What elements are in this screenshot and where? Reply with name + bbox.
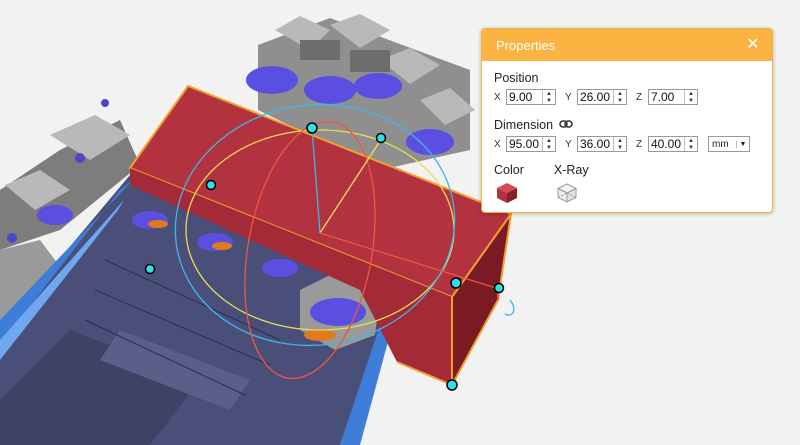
- unit-select[interactable]: mm ▼: [708, 136, 750, 152]
- dimension-header: Dimension: [494, 116, 760, 132]
- chevron-down-icon[interactable]: ▼: [736, 140, 749, 148]
- panel-title: Properties: [496, 37, 556, 53]
- spin-up-icon[interactable]: ▲: [685, 90, 697, 97]
- position-label: Position: [494, 71, 539, 85]
- handle-top: [306, 122, 318, 134]
- spin-down-icon[interactable]: ▼: [685, 144, 697, 151]
- link-icon[interactable]: [559, 119, 573, 129]
- xray-cube-icon[interactable]: [554, 180, 580, 206]
- handle-right: [450, 277, 462, 289]
- position-y-field[interactable]: [578, 90, 613, 104]
- spin-down-icon[interactable]: ▼: [543, 144, 555, 151]
- spin-up-icon[interactable]: ▲: [543, 90, 555, 97]
- panel-header: Properties ✕: [482, 29, 772, 61]
- dimension-y-field[interactable]: [578, 137, 613, 151]
- position-row: X ▲▼ Y ▲▼ Z ▲▼: [494, 86, 760, 108]
- dimension-x-label: X: [494, 138, 501, 150]
- handle-left: [205, 179, 217, 191]
- position-z-input[interactable]: ▲▼: [648, 89, 698, 105]
- unit-value: mm: [712, 138, 729, 150]
- position-y-label: Y: [565, 91, 572, 103]
- position-x-input[interactable]: ▲▼: [506, 89, 556, 105]
- dimension-x-field[interactable]: [507, 137, 542, 151]
- handle-far-left: [144, 263, 156, 275]
- dimension-y-input[interactable]: ▲▼: [577, 136, 627, 152]
- spin-up-icon[interactable]: ▲: [614, 137, 626, 144]
- xray-group: X-Ray: [554, 163, 589, 206]
- color-group: Color: [494, 163, 524, 206]
- color-xray-row: Color X-Ray: [494, 163, 760, 206]
- xray-label: X-Ray: [553, 163, 589, 177]
- dimension-z-label: Z: [636, 138, 643, 150]
- spin-up-icon[interactable]: ▲: [685, 137, 697, 144]
- dimension-x-input[interactable]: ▲▼: [506, 136, 556, 152]
- handle-bottom: [446, 379, 458, 391]
- spin-down-icon[interactable]: ▼: [614, 97, 626, 104]
- handle-edge-right: [493, 282, 505, 294]
- properties-panel: Properties ✕ Position X ▲▼ Y ▲▼ Z ▲▼ Dim…: [481, 28, 773, 213]
- position-y-input[interactable]: ▲▼: [577, 89, 627, 105]
- spin-up-icon[interactable]: ▲: [543, 137, 555, 144]
- dimension-y-label: Y: [565, 138, 572, 150]
- position-z-field[interactable]: [649, 90, 684, 104]
- dimension-label: Dimension: [494, 118, 554, 132]
- spin-down-icon[interactable]: ▼: [543, 97, 555, 104]
- position-x-field[interactable]: [507, 90, 542, 104]
- position-x-label: X: [494, 91, 501, 103]
- handle-top-right: [375, 132, 387, 144]
- close-icon[interactable]: ✕: [744, 36, 762, 54]
- spin-down-icon[interactable]: ▼: [685, 97, 697, 104]
- dimension-row: X ▲▼ Y ▲▼ Z ▲▼ mm ▼: [494, 133, 760, 155]
- spin-up-icon[interactable]: ▲: [614, 90, 626, 97]
- dimension-z-field[interactable]: [649, 137, 684, 151]
- color-label: Color: [494, 163, 524, 177]
- position-z-label: Z: [636, 91, 643, 103]
- spin-down-icon[interactable]: ▼: [614, 144, 626, 151]
- color-cube-icon[interactable]: [494, 180, 520, 206]
- panel-body: Position X ▲▼ Y ▲▼ Z ▲▼ Dimension: [482, 61, 772, 206]
- dimension-z-input[interactable]: ▲▼: [648, 136, 698, 152]
